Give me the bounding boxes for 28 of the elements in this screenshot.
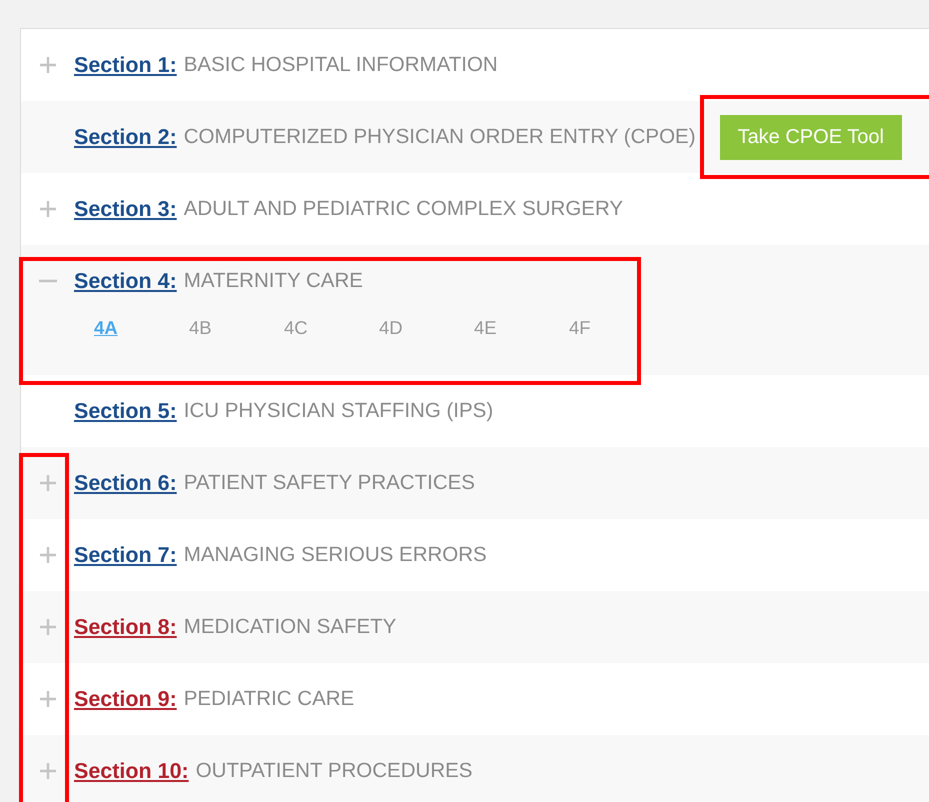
section-title: ADULT AND PEDIATRIC COMPLEX SURGERY [184,197,624,221]
section-title: COMPUTERIZED PHYSICIAN ORDER ENTRY (CPOE) [184,125,696,149]
section-title: OUTPATIENT PROCEDURES [196,759,472,783]
section-title: MANAGING SERIOUS ERRORS [184,543,487,567]
section-title: MATERNITY CARE [184,269,363,293]
section-link[interactable]: Section 4: [74,268,177,294]
plus-icon[interactable] [38,56,56,74]
section-title: ICU PHYSICIAN STAFFING (IPS) [184,399,494,423]
section-link[interactable]: Section 2: [74,124,177,150]
plus-icon[interactable] [38,690,56,708]
section-title: BASIC HOSPITAL INFORMATION [184,53,498,77]
minus-icon[interactable] [38,279,56,283]
plus-icon[interactable] [38,546,56,564]
section-link[interactable]: Section 6: [74,470,177,496]
section-link[interactable]: Section 3: [74,196,177,222]
section-link[interactable]: Section 5: [74,398,177,424]
plus-icon[interactable] [38,474,56,492]
section-title: PEDIATRIC CARE [184,687,354,711]
section-link[interactable]: Section 8: [74,614,177,640]
section-link[interactable]: Section 7: [74,542,177,568]
section-link[interactable]: Section 10: [74,758,189,784]
section-link[interactable]: Section 1: [74,52,177,78]
plus-icon[interactable] [38,200,56,218]
plus-icon[interactable] [38,762,56,780]
plus-icon[interactable] [38,618,56,636]
section-link[interactable]: Section 9: [74,686,177,712]
section-title: MEDICATION SAFETY [184,615,396,639]
section-title: PATIENT SAFETY PRACTICES [184,471,475,495]
